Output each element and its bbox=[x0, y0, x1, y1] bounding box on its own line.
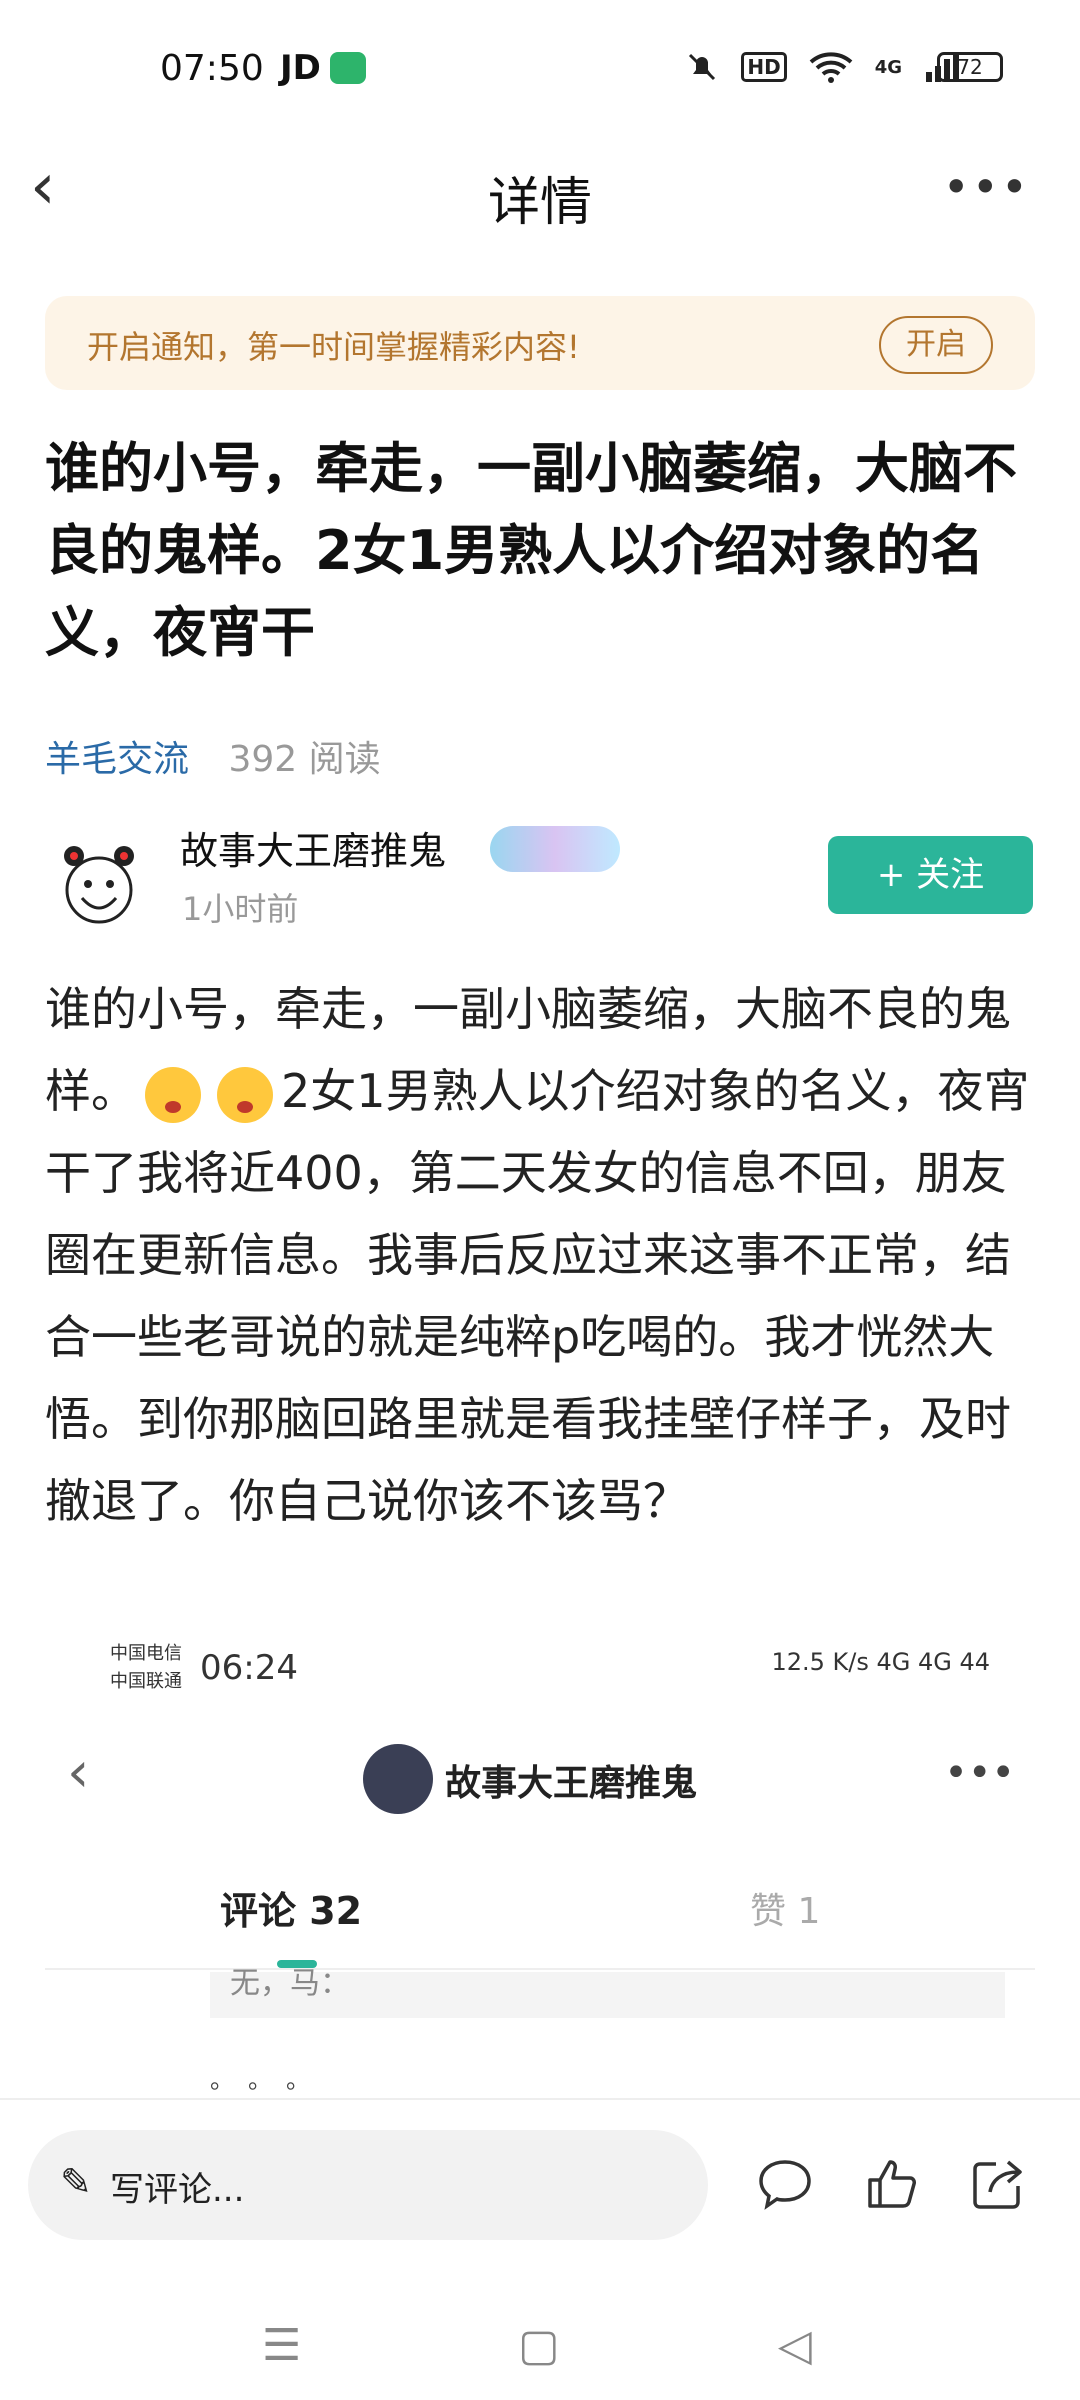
carrier-labels: 中国电信 中国联通 bbox=[110, 1640, 182, 1696]
embedded-tab-comments: 评论 32 bbox=[220, 1889, 363, 1933]
enable-notification-button[interactable]: 开启 bbox=[879, 316, 993, 374]
battery-icon: 72 bbox=[937, 52, 1003, 82]
embedded-nav: ‹ 故事大王磨推鬼 ••• bbox=[45, 1740, 1035, 1820]
page-title: 详情 bbox=[487, 173, 592, 233]
status-icons: HD 4G bbox=[685, 50, 960, 84]
embedded-time: 06:24 bbox=[200, 1648, 298, 1688]
embedded-avatar bbox=[363, 1744, 433, 1814]
top-nav: ‹ 详情 ••• bbox=[0, 140, 1080, 250]
more-icon[interactable]: ••• bbox=[943, 160, 1030, 214]
status-time: 07:50 bbox=[160, 48, 264, 89]
divider bbox=[0, 2098, 1080, 2100]
author-avatar[interactable] bbox=[52, 836, 147, 931]
comment-icon[interactable] bbox=[755, 2154, 815, 2214]
embedded-profile-name: 故事大王磨推鬼 bbox=[445, 1763, 698, 1804]
comment-input[interactable]: ✎ 写评论... bbox=[28, 2130, 708, 2240]
home-icon[interactable]: ▢ bbox=[518, 2320, 560, 2371]
jd-app-label: JD bbox=[280, 48, 321, 88]
flushed-emoji-icon bbox=[145, 1066, 201, 1123]
menu-icon[interactable]: ☰ bbox=[262, 2320, 301, 2371]
embedded-status-icons: 12.5 K/s 4G 4G 44 bbox=[771, 1648, 990, 1676]
mute-icon bbox=[689, 53, 716, 81]
notification-banner: 开启通知，第一时间掌握精彩内容! 开启 bbox=[45, 296, 1035, 390]
author-badge bbox=[490, 826, 620, 872]
follow-button[interactable]: + 关注 bbox=[828, 836, 1033, 914]
pencil-icon: ✎ bbox=[60, 2160, 92, 2204]
shield-icon bbox=[330, 52, 366, 84]
post-body: 谁的小号，牵走，一副小脑萎缩，大脑不良的鬼样。 2女1男熟人以介绍对象的名义，夜宵… bbox=[45, 968, 1040, 1542]
embedded-partial-text: 无，马： bbox=[230, 1966, 350, 2001]
hd-badge: HD bbox=[741, 52, 787, 82]
share-icon[interactable] bbox=[968, 2154, 1028, 2214]
comment-placeholder: 写评论... bbox=[110, 2170, 245, 2210]
network-label: 4G bbox=[874, 56, 902, 78]
embedded-tabs: 评论 32 赞 1 bbox=[45, 1880, 1035, 1970]
post-headline: 谁的小号，牵走，一副小脑萎缩，大脑不良的鬼样。2女1男熟人以介绍对象的名义，夜宵… bbox=[45, 437, 1017, 664]
category-link[interactable]: 羊毛交流 bbox=[45, 739, 189, 780]
like-icon[interactable] bbox=[862, 2154, 922, 2214]
embedded-comment-card: 无，马： bbox=[210, 1966, 1005, 2018]
embedded-more-icon: ••• bbox=[944, 1750, 1015, 1796]
carrier-2: 中国联通 bbox=[110, 1671, 182, 1692]
flushed-emoji-icon bbox=[217, 1066, 273, 1123]
embedded-back-icon: ‹ bbox=[67, 1740, 90, 1805]
notification-text: 开启通知，第一时间掌握精彩内容! bbox=[87, 328, 580, 366]
system-nav-bar: ☰ ▢ ◁ bbox=[0, 2290, 1080, 2400]
embedded-tab-likes: 赞 1 bbox=[750, 1891, 821, 1932]
read-count: 392 阅读 bbox=[228, 739, 381, 780]
back-triangle-icon[interactable]: ◁ bbox=[778, 2320, 812, 2371]
status-bar: 07:50 JD HD 4G 72 bbox=[0, 0, 1080, 140]
post-meta: 羊毛交流 392 阅读 bbox=[45, 730, 381, 782]
body-text-2: 2女1男熟人以介绍对象的名义，夜宵干了我将近400，第二天发女的信息不回，朋友圈… bbox=[45, 1064, 1030, 1528]
carrier-1: 中国电信 bbox=[110, 1643, 182, 1664]
post-time: 1小时前 bbox=[182, 890, 299, 928]
embedded-dots: 。。。 bbox=[210, 2066, 336, 2094]
wifi-icon bbox=[809, 52, 853, 83]
author-name[interactable]: 故事大王磨推鬼 bbox=[180, 820, 446, 875]
embedded-status-bar: 中国电信 中国联通 06:24 12.5 K/s 4G 4G 44 bbox=[110, 1640, 990, 1700]
